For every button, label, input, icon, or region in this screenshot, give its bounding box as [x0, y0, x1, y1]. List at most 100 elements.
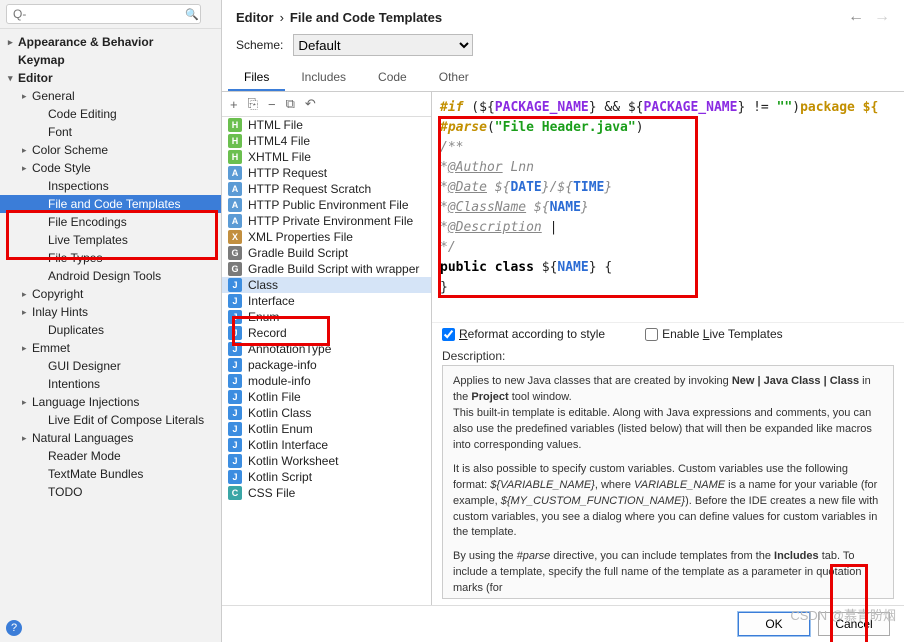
- file-type-icon: G: [228, 246, 242, 260]
- template-item[interactable]: JClass: [222, 277, 431, 293]
- tab-code[interactable]: Code: [362, 64, 423, 91]
- file-type-icon: J: [228, 326, 242, 340]
- file-type-icon: A: [228, 214, 242, 228]
- tree-item[interactable]: Code Editing: [0, 105, 221, 123]
- tree-item[interactable]: Keymap: [0, 51, 221, 69]
- file-type-icon: G: [228, 262, 242, 276]
- template-code-editor[interactable]: #if (${PACKAGE_NAME} && ${PACKAGE_NAME} …: [432, 92, 904, 322]
- ok-button[interactable]: OK: [738, 612, 810, 636]
- template-item[interactable]: HXHTML File: [222, 149, 431, 165]
- template-item[interactable]: JAnnotationType: [222, 341, 431, 357]
- tree-item[interactable]: ▸Copyright: [0, 285, 221, 303]
- file-type-icon: J: [228, 438, 242, 452]
- tree-item[interactable]: ▸General: [0, 87, 221, 105]
- tab-includes[interactable]: Includes: [285, 64, 362, 91]
- scheme-select[interactable]: Default: [293, 34, 473, 56]
- live-templates-checkbox[interactable]: Enable Live Templates: [645, 327, 783, 341]
- tree-item[interactable]: File Encodings: [0, 213, 221, 231]
- tree-item[interactable]: ▸Color Scheme: [0, 141, 221, 159]
- template-item[interactable]: HHTML4 File: [222, 133, 431, 149]
- file-type-icon: A: [228, 166, 242, 180]
- template-file-list: HHTML FileHHTML4 FileHXHTML FileAHTTP Re…: [222, 117, 431, 605]
- file-type-icon: H: [228, 150, 242, 164]
- tree-item[interactable]: ▸Emmet: [0, 339, 221, 357]
- duplicate-button[interactable]: ⧉: [286, 96, 295, 112]
- tree-item[interactable]: ▸Appearance & Behavior: [0, 33, 221, 51]
- file-type-icon: H: [228, 134, 242, 148]
- template-item[interactable]: CCSS File: [222, 485, 431, 501]
- template-item[interactable]: AHTTP Public Environment File: [222, 197, 431, 213]
- file-type-icon: J: [228, 406, 242, 420]
- add-button[interactable]: +: [230, 97, 238, 112]
- template-item[interactable]: JKotlin Worksheet: [222, 453, 431, 469]
- tab-files[interactable]: Files: [228, 64, 285, 91]
- tree-item[interactable]: Duplicates: [0, 321, 221, 339]
- description-box: Applies to new Java classes that are cre…: [442, 365, 894, 599]
- template-tabs: FilesIncludesCodeOther: [222, 64, 904, 92]
- settings-tree: ▸Appearance & BehaviorKeymap▾Editor▸Gene…: [0, 29, 221, 642]
- nav-fwd-icon[interactable]: →: [874, 8, 890, 26]
- template-item[interactable]: GGradle Build Script with wrapper: [222, 261, 431, 277]
- template-item[interactable]: JRecord: [222, 325, 431, 341]
- template-item[interactable]: AHTTP Request: [222, 165, 431, 181]
- file-type-icon: J: [228, 374, 242, 388]
- tree-item[interactable]: Android Design Tools: [0, 267, 221, 285]
- template-item[interactable]: XXML Properties File: [222, 229, 431, 245]
- remove-button[interactable]: −: [268, 97, 276, 112]
- file-type-icon: H: [228, 118, 242, 132]
- tree-item[interactable]: ▸Language Injections: [0, 393, 221, 411]
- template-item[interactable]: JKotlin Class: [222, 405, 431, 421]
- tree-item[interactable]: ▾Editor: [0, 69, 221, 87]
- file-type-icon: J: [228, 422, 242, 436]
- file-type-icon: J: [228, 278, 242, 292]
- tree-item[interactable]: Reader Mode: [0, 447, 221, 465]
- template-item[interactable]: Jmodule-info: [222, 373, 431, 389]
- tree-item[interactable]: Inspections: [0, 177, 221, 195]
- template-item[interactable]: Jpackage-info: [222, 357, 431, 373]
- scheme-label: Scheme:: [236, 38, 283, 52]
- file-type-icon: C: [228, 486, 242, 500]
- tab-other[interactable]: Other: [423, 64, 485, 91]
- help-icon[interactable]: ?: [6, 620, 22, 636]
- tree-item[interactable]: Live Edit of Compose Literals: [0, 411, 221, 429]
- tree-item[interactable]: File Types: [0, 249, 221, 267]
- file-type-icon: J: [228, 390, 242, 404]
- tree-item[interactable]: Live Templates: [0, 231, 221, 249]
- tree-item[interactable]: TextMate Bundles: [0, 465, 221, 483]
- file-toolbar: + ⎘ − ⧉ ↶: [222, 92, 431, 117]
- file-type-icon: J: [228, 294, 242, 308]
- template-item[interactable]: JKotlin Enum: [222, 421, 431, 437]
- tree-item[interactable]: GUI Designer: [0, 357, 221, 375]
- template-item[interactable]: JKotlin Script: [222, 469, 431, 485]
- nav-back-icon[interactable]: ←: [848, 8, 864, 26]
- file-type-icon: J: [228, 310, 242, 324]
- file-type-icon: A: [228, 182, 242, 196]
- search-bar: 🔍: [0, 0, 221, 29]
- search-input[interactable]: [6, 4, 201, 24]
- file-type-icon: A: [228, 198, 242, 212]
- undo-button[interactable]: ↶: [305, 96, 316, 112]
- reformat-checkbox[interactable]: RReformat according to styleeformat acco…: [442, 327, 605, 341]
- template-item[interactable]: AHTTP Request Scratch: [222, 181, 431, 197]
- template-item[interactable]: HHTML File: [222, 117, 431, 133]
- template-item[interactable]: AHTTP Private Environment File: [222, 213, 431, 229]
- template-item[interactable]: GGradle Build Script: [222, 245, 431, 261]
- template-item[interactable]: JEnum: [222, 309, 431, 325]
- tree-item[interactable]: ▸Code Style: [0, 159, 221, 177]
- template-item[interactable]: JInterface: [222, 293, 431, 309]
- file-type-icon: J: [228, 470, 242, 484]
- file-type-icon: J: [228, 342, 242, 356]
- copy-button[interactable]: ⎘: [248, 96, 258, 112]
- tree-item[interactable]: File and Code Templates: [0, 195, 221, 213]
- tree-item[interactable]: Intentions: [0, 375, 221, 393]
- tree-item[interactable]: Font: [0, 123, 221, 141]
- template-item[interactable]: JKotlin File: [222, 389, 431, 405]
- tree-item[interactable]: TODO: [0, 483, 221, 501]
- template-item[interactable]: JKotlin Interface: [222, 437, 431, 453]
- tree-item[interactable]: ▸Inlay Hints: [0, 303, 221, 321]
- file-type-icon: J: [228, 358, 242, 372]
- tree-item[interactable]: ▸Natural Languages: [0, 429, 221, 447]
- cancel-button[interactable]: Cancel: [818, 612, 890, 636]
- description-label: Description:: [432, 345, 904, 365]
- file-type-icon: J: [228, 454, 242, 468]
